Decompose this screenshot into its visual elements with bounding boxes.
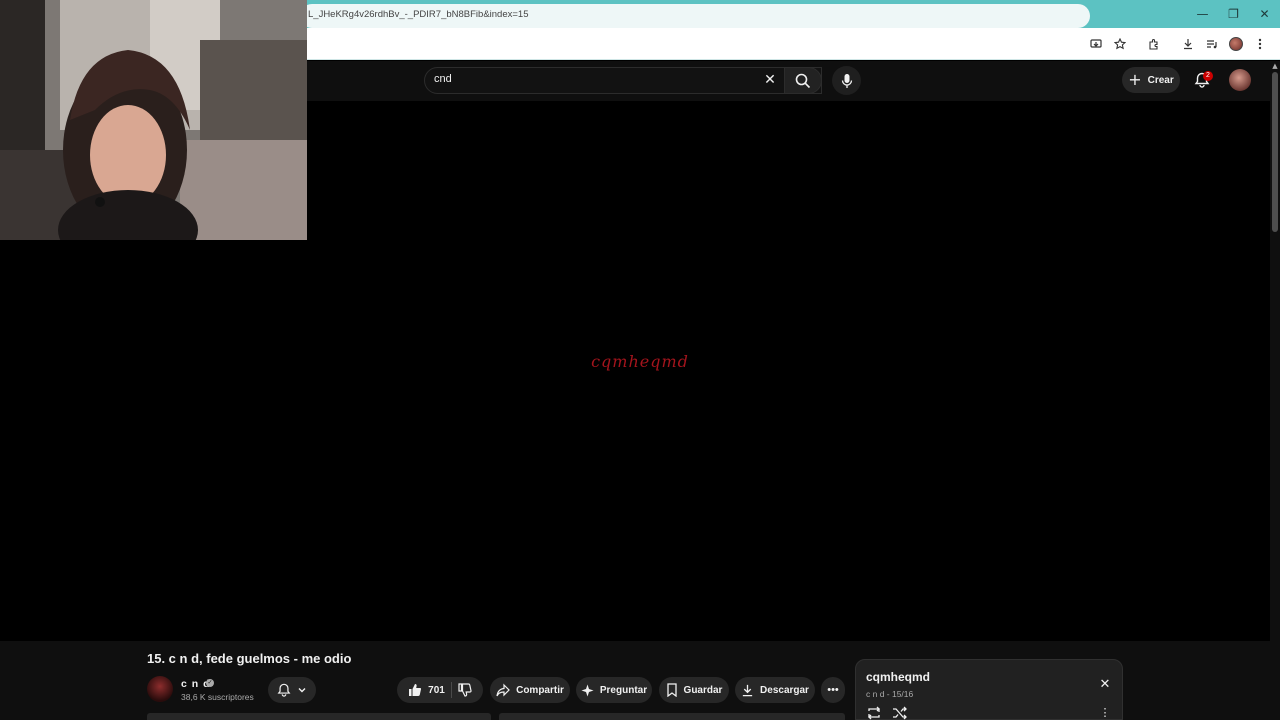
browser-toolbar-icons bbox=[1084, 33, 1272, 55]
like-divider bbox=[450, 682, 452, 698]
like-dislike-group: 701 bbox=[397, 677, 483, 703]
dislike-icon bbox=[458, 683, 472, 697]
account-avatar[interactable] bbox=[1229, 69, 1251, 91]
verified-icon: ✓ bbox=[206, 679, 214, 687]
search-button[interactable] bbox=[784, 67, 822, 94]
subscriber-count: 38,6 K suscriptores bbox=[181, 692, 254, 702]
playlist-subtitle[interactable]: c n d - 15/16 bbox=[866, 689, 913, 699]
sparkle-icon bbox=[581, 683, 594, 697]
plus-icon: + bbox=[1128, 70, 1142, 89]
window-controls: — ❐ ✕ bbox=[1187, 0, 1280, 28]
bookmark-icon bbox=[666, 683, 677, 697]
download-icon bbox=[742, 684, 753, 696]
like-count: 701 bbox=[428, 684, 445, 696]
description-box-stub bbox=[499, 713, 845, 720]
minimize-button[interactable]: — bbox=[1187, 0, 1218, 28]
comment-box-stub bbox=[147, 713, 491, 720]
profile-icon[interactable] bbox=[1224, 33, 1248, 55]
share-icon bbox=[496, 683, 510, 697]
more-actions-button[interactable]: ••• bbox=[821, 677, 845, 703]
ask-label: Preguntar bbox=[599, 684, 648, 696]
webcam-overlay bbox=[0, 0, 307, 240]
toolbar-separator bbox=[1132, 33, 1142, 55]
install-app-icon[interactable] bbox=[1084, 33, 1108, 55]
search-query[interactable]: cnd bbox=[434, 73, 452, 85]
scroll-up-arrow-icon[interactable]: ▲ bbox=[1271, 62, 1279, 70]
notification-badge: 2 bbox=[1203, 71, 1213, 81]
playlist-title[interactable]: cqmheqmd bbox=[866, 670, 930, 684]
extensions-icon[interactable] bbox=[1142, 33, 1166, 55]
media-icon[interactable] bbox=[1200, 33, 1224, 55]
loop-icon[interactable] bbox=[866, 706, 882, 720]
close-window-button[interactable]: ✕ bbox=[1249, 0, 1280, 28]
save-label: Guardar bbox=[683, 684, 723, 696]
chevron-down-icon bbox=[298, 688, 306, 693]
create-button[interactable]: + Crear bbox=[1122, 67, 1180, 93]
clear-search-icon[interactable]: ✕ bbox=[760, 70, 780, 90]
scrollbar-thumb[interactable] bbox=[1272, 72, 1278, 232]
restore-button[interactable]: ❐ bbox=[1218, 0, 1249, 28]
ask-button[interactable]: Preguntar bbox=[576, 677, 652, 703]
bell-icon bbox=[277, 683, 291, 697]
menu-icon[interactable] bbox=[1248, 33, 1272, 55]
playlist-menu-icon[interactable]: ⋮ bbox=[1098, 706, 1112, 720]
url-text[interactable]: L_JHeKRg4v26rdhBv_-_PDIR7_bN8BFib&index=… bbox=[308, 9, 528, 20]
video-frame-title: cqmheqmd bbox=[591, 352, 689, 371]
downloads-icon[interactable] bbox=[1176, 33, 1200, 55]
save-button[interactable]: Guardar bbox=[659, 677, 729, 703]
channel-avatar[interactable] bbox=[147, 676, 173, 702]
dislike-button[interactable] bbox=[458, 683, 472, 697]
mic-icon bbox=[841, 73, 852, 88]
download-button[interactable]: Descargar bbox=[735, 677, 815, 703]
share-label: Compartir bbox=[516, 684, 564, 696]
video-title: 15. c n d, fede guelmos - me odio bbox=[147, 651, 352, 666]
close-playlist-icon[interactable]: ✕ bbox=[1096, 675, 1114, 693]
search-icon bbox=[795, 73, 811, 88]
shuffle-icon[interactable] bbox=[892, 706, 908, 720]
create-label: Crear bbox=[1147, 74, 1174, 86]
subscription-bell-button[interactable] bbox=[268, 677, 316, 703]
voice-search-button[interactable] bbox=[832, 66, 861, 95]
like-button[interactable]: 701 bbox=[408, 683, 445, 697]
star-icon[interactable] bbox=[1108, 33, 1132, 55]
download-label: Descargar bbox=[760, 684, 809, 696]
like-icon bbox=[409, 684, 422, 697]
toolbar-separator bbox=[1166, 33, 1176, 55]
share-button[interactable]: Compartir bbox=[490, 677, 570, 703]
